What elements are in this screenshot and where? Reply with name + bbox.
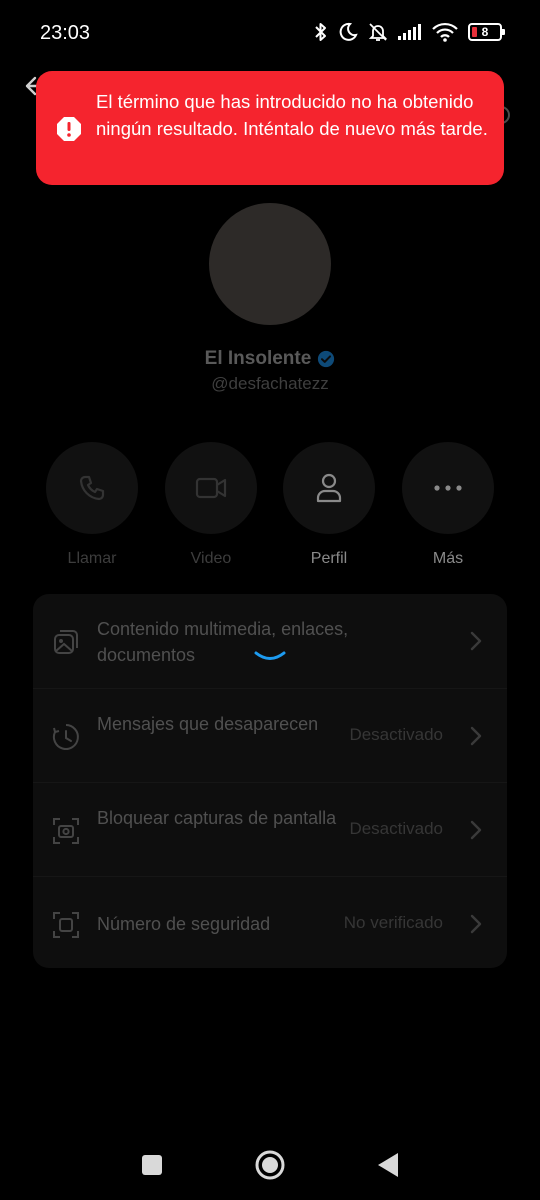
action-buttons: Llamar Video Perfil Más xyxy=(46,442,494,572)
settings-row-security-number[interactable]: Número de seguridad No verificado xyxy=(33,876,507,970)
chevron-right-icon xyxy=(470,726,482,746)
more-button[interactable]: Más xyxy=(402,442,494,568)
do-not-disturb-icon xyxy=(339,22,358,41)
system-nav-bar xyxy=(0,1128,540,1200)
status-time: 23:03 xyxy=(40,22,91,44)
alert-icon xyxy=(57,117,81,141)
error-toast[interactable]: El término que has introducido no ha obt… xyxy=(36,71,504,185)
back-button[interactable] xyxy=(377,1152,399,1178)
settings-row-screenshots[interactable]: Bloquear capturas de pantalla Desactivad… xyxy=(33,782,507,876)
status-icons: 8 xyxy=(314,22,505,42)
settings-row-value: Desactivado xyxy=(349,725,443,744)
chevron-right-icon xyxy=(470,820,482,840)
settings-row-title: Número de seguridad xyxy=(97,914,271,934)
status-bar: 23:03 8 xyxy=(0,0,540,68)
toast-message: El término que has introducido no ha obt… xyxy=(96,91,488,139)
battery-level: 8 xyxy=(481,25,489,39)
settings-row-title: Contenido multimedia, enlaces, documento… xyxy=(97,619,349,665)
settings-list: Contenido multimedia, enlaces, documento… xyxy=(33,594,507,968)
screenshot-block-icon xyxy=(53,818,79,844)
call-button[interactable]: Llamar xyxy=(46,442,138,568)
settings-row-title: Mensajes que desaparecen xyxy=(97,714,319,734)
settings-row-value: No verificado xyxy=(343,913,443,932)
settings-row-disappearing[interactable]: Mensajes que desaparecen Desactivado xyxy=(33,688,507,782)
more-icon xyxy=(434,485,462,491)
settings-row-value: Desactivado xyxy=(349,819,443,838)
timer-icon xyxy=(52,724,79,750)
security-number-icon xyxy=(53,912,79,938)
profile-handle: @desfachatezz xyxy=(211,374,329,393)
chevron-right-icon xyxy=(470,914,482,934)
more-label: Más xyxy=(432,550,464,567)
video-label: Video xyxy=(190,550,232,567)
verified-badge-icon xyxy=(318,350,335,368)
chevron-right-icon xyxy=(470,631,482,651)
video-button[interactable]: Video xyxy=(165,442,257,568)
bluetooth-icon xyxy=(315,23,326,41)
call-label: Llamar xyxy=(67,550,117,567)
wifi-icon xyxy=(432,22,458,42)
phone-icon xyxy=(79,475,105,501)
recents-button[interactable] xyxy=(141,1154,163,1176)
battery-icon: 8 xyxy=(468,23,505,41)
settings-row-title: Bloquear capturas de pantalla xyxy=(97,808,337,828)
profile-name: El Insolente xyxy=(204,348,312,369)
signal-icon xyxy=(398,24,421,40)
profile-label: Perfil xyxy=(310,550,348,567)
settings-row-media[interactable]: Contenido multimedia, enlaces, documento… xyxy=(33,594,507,688)
loading-spinner-icon xyxy=(254,651,286,660)
media-icon xyxy=(54,630,78,654)
profile-name-row: El Insolente xyxy=(0,348,540,370)
video-icon xyxy=(195,477,227,499)
profile-button[interactable]: Perfil xyxy=(283,442,375,568)
muted-bell-icon xyxy=(368,23,388,41)
avatar xyxy=(209,203,331,325)
home-button[interactable] xyxy=(255,1150,285,1180)
conversation-settings-page: El Insolente @desfachatezz Llamar Video … xyxy=(0,68,540,1128)
person-icon xyxy=(316,473,342,503)
